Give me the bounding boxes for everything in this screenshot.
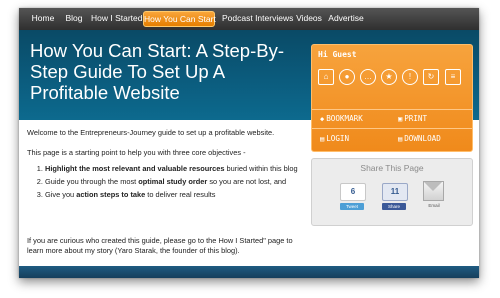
list-item: Guide you through the most optimal study… <box>45 177 315 187</box>
divider <box>312 109 472 110</box>
bookmark-button[interactable]: ◆ BOOKMARK <box>320 112 363 126</box>
home-icon[interactable]: ⌂ <box>318 69 334 85</box>
divider <box>312 128 472 129</box>
tweet-button[interactable]: Tweet <box>340 203 364 210</box>
page-title: How You Can Start: A Step-By-Step Guide … <box>30 40 285 103</box>
member-icon-row: ⌂ ● … ★ ! ↻ ≡ <box>318 69 468 87</box>
email-label[interactable]: Email <box>420 203 448 208</box>
tweet-count: 6 <box>340 183 366 201</box>
member-panel: Hi Guest ⌂ ● … ★ ! ↻ ≡ ◆ BOOKMARK ▣ PRINT … <box>311 44 473 152</box>
document-icon[interactable]: ≡ <box>445 69 461 85</box>
email-icon[interactable] <box>423 181 444 201</box>
share-count: 11 <box>382 183 408 201</box>
login-icon: ▤ <box>320 135 325 143</box>
nav-how-you-can-start[interactable]: How You Can Start <box>143 11 216 27</box>
star-icon[interactable]: ★ <box>381 69 397 85</box>
user-icon[interactable]: ● <box>339 69 355 85</box>
login-button[interactable]: ▤ LOGIN <box>320 132 349 146</box>
bookmark-icon: ◆ <box>320 115 325 123</box>
nav-blog[interactable]: Blog <box>64 11 84 26</box>
browser-frame: Home Blog How I Started How You Can Star… <box>19 8 479 278</box>
facebook-share-button[interactable]: Share <box>382 203 406 210</box>
refresh-icon[interactable]: ↻ <box>423 69 439 85</box>
download-icon: ▤ <box>398 135 403 143</box>
top-navigation: Home Blog How I Started How You Can Star… <box>19 8 479 31</box>
share-title: Share This Page <box>360 163 424 173</box>
intro-text: This page is a starting point to help yo… <box>27 148 246 157</box>
nav-videos[interactable]: Videos <box>296 11 322 26</box>
list-item: Give you action steps to take to deliver… <box>45 190 315 200</box>
chat-icon[interactable]: … <box>360 69 376 85</box>
greeting: Hi Guest <box>318 50 357 59</box>
print-icon: ▣ <box>398 115 403 123</box>
outro-text: If you are curious who created this guid… <box>27 236 293 255</box>
nav-podcast-interviews[interactable]: Podcast Interviews <box>222 11 293 26</box>
bulb-icon[interactable]: ! <box>402 69 418 85</box>
list-item: Highlight the most relevant and valuable… <box>45 164 315 174</box>
print-button[interactable]: ▣ PRINT <box>398 112 427 126</box>
nav-home[interactable]: Home <box>30 11 56 26</box>
footer-band <box>19 266 479 278</box>
welcome-text: Welcome to the Entrepreneurs-Journey gui… <box>27 128 275 137</box>
nav-advertise[interactable]: Advertise <box>328 11 364 26</box>
download-button[interactable]: ▤ DOWNLOAD <box>398 132 441 146</box>
nav-how-i-started[interactable]: How I Started <box>91 11 143 26</box>
share-panel: Share This Page 6 Tweet 11 Share Email <box>311 158 473 226</box>
objectives-list: Highlight the most relevant and valuable… <box>27 164 315 203</box>
